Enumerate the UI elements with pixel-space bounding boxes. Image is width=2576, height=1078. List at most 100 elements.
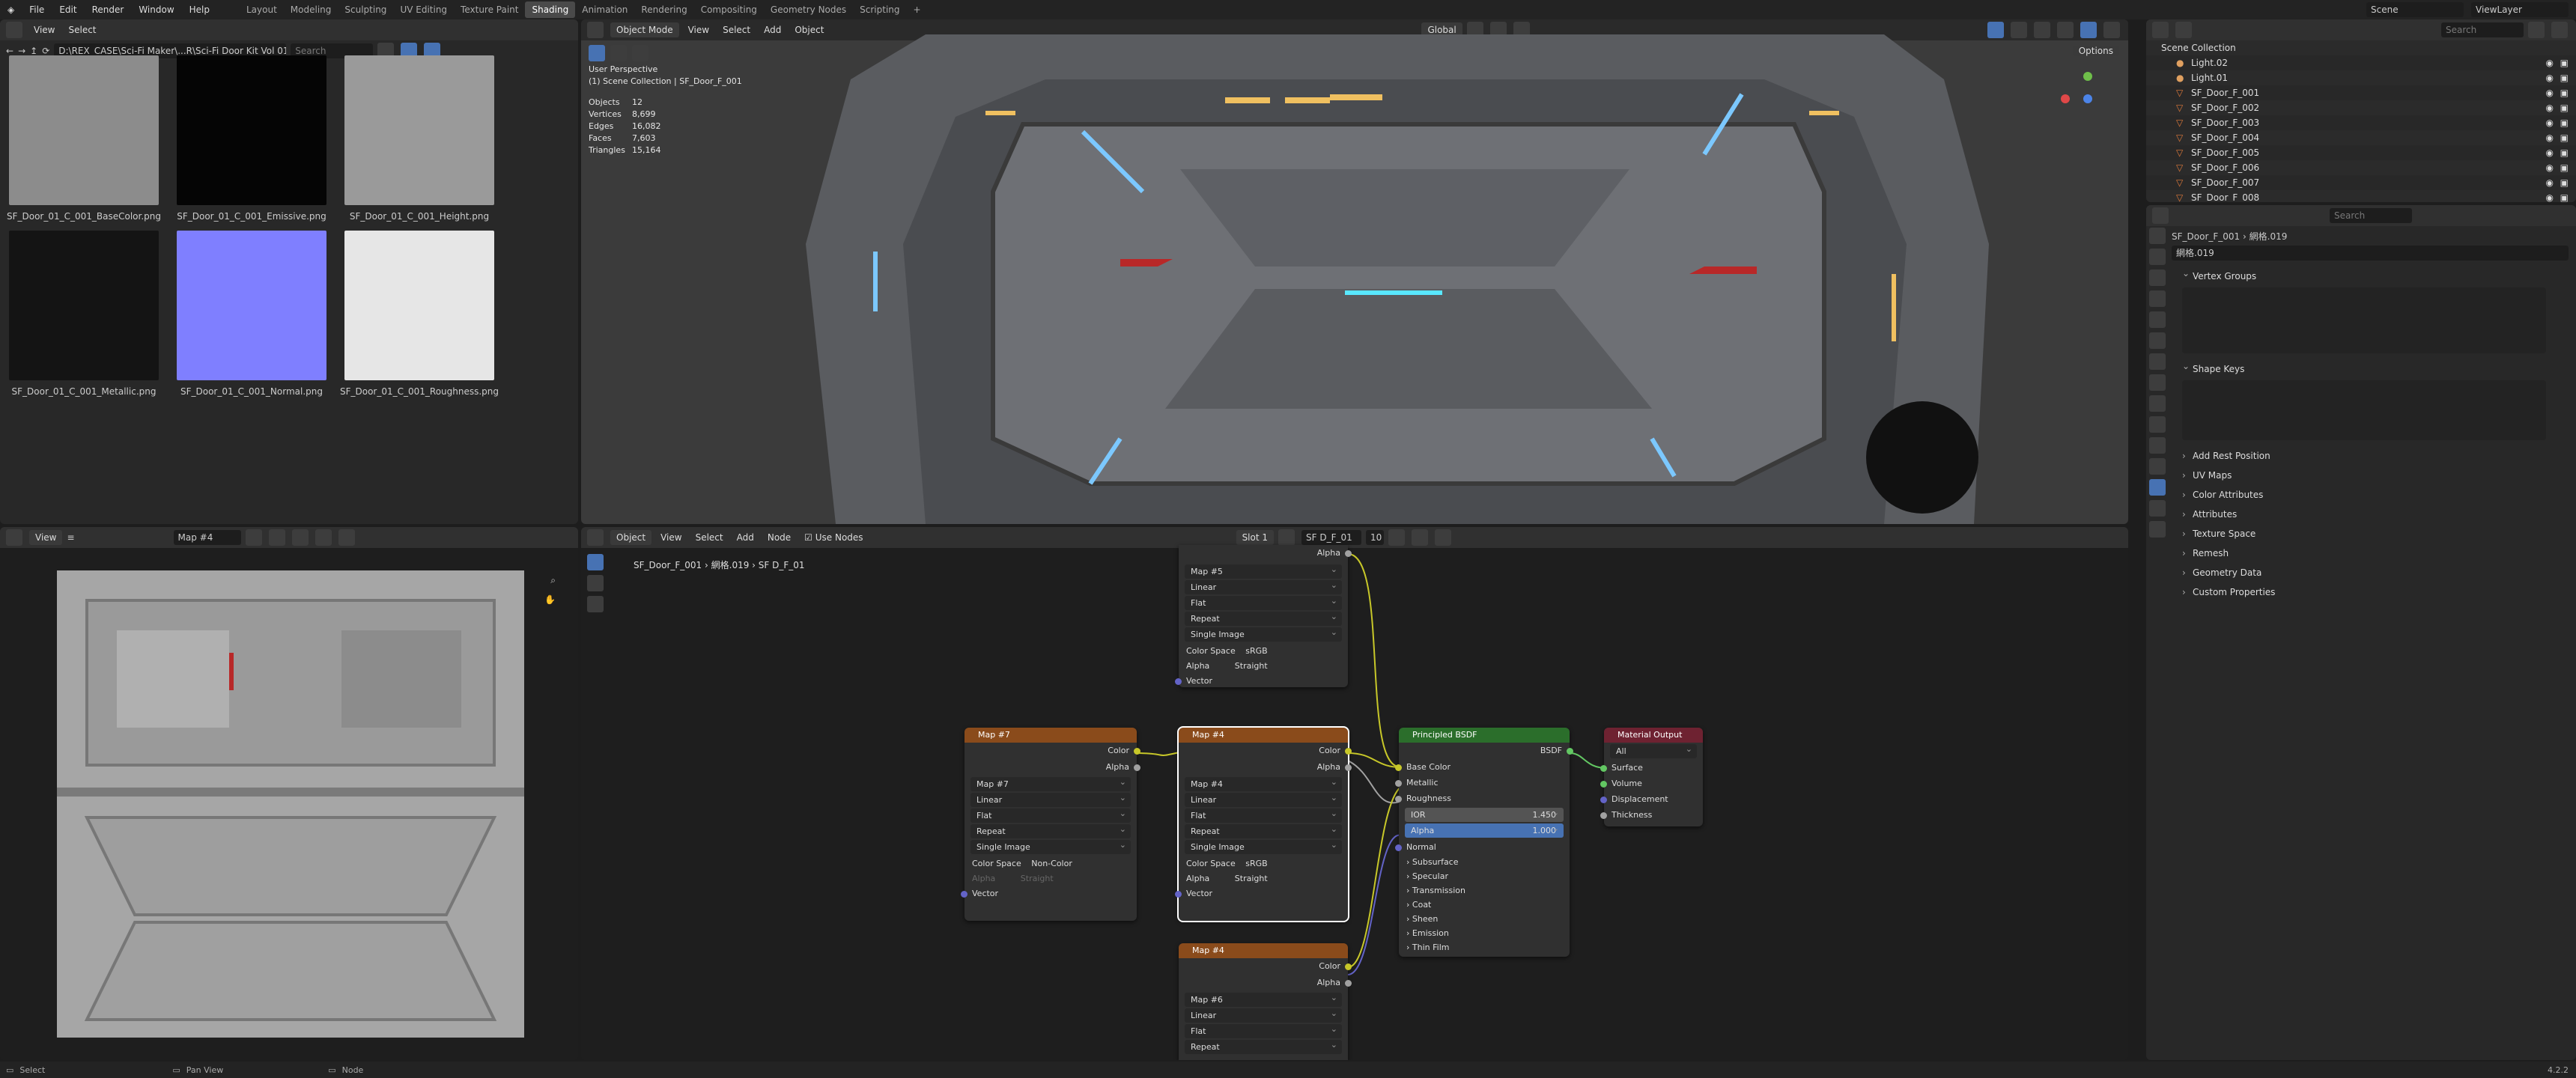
source-dropdown[interactable]: Single Image — [970, 838, 1131, 854]
menu-edit[interactable]: Edit — [52, 4, 84, 15]
file-thumbnail[interactable] — [177, 55, 326, 205]
editor-type-icon[interactable] — [2152, 207, 2169, 224]
render-camera-icon[interactable]: ▣ — [2560, 175, 2569, 190]
bsdf-panel[interactable]: › Emission — [1399, 926, 1570, 940]
tab-geometry-nodes[interactable]: Geometry Nodes — [764, 1, 853, 18]
file-thumbnail[interactable] — [177, 231, 326, 380]
shading-material-icon[interactable] — [2080, 22, 2097, 38]
pan-hand-icon[interactable]: ✋ — [544, 594, 556, 605]
z-axis-icon[interactable] — [2083, 94, 2092, 103]
interpolation-dropdown[interactable]: Linear — [1185, 1006, 1342, 1023]
render-camera-icon[interactable]: ▣ — [2560, 145, 2569, 160]
extension-dropdown[interactable]: Repeat — [1185, 822, 1342, 838]
outliner-item[interactable]: ● Light.02 ◉ ▣ — [2146, 55, 2576, 70]
bsdf-panel[interactable]: › Thin Film — [1399, 940, 1570, 954]
file-thumbnail[interactable] — [9, 55, 159, 205]
light-gizmo[interactable] — [1866, 401, 1978, 514]
new-collection-icon[interactable] — [2551, 22, 2568, 38]
image-selector[interactable]: Map #4 — [173, 530, 241, 545]
menu-select[interactable]: Select — [718, 25, 755, 35]
section-texture-space[interactable]: Texture Space — [2172, 524, 2569, 543]
menu-render[interactable]: Render — [85, 4, 132, 15]
properties-tab-constraints-icon[interactable] — [2149, 458, 2166, 475]
tab-rendering[interactable]: Rendering — [634, 1, 693, 18]
render-camera-icon[interactable]: ▣ — [2560, 130, 2569, 145]
tab-animation[interactable]: Animation — [575, 1, 634, 18]
options-dropdown[interactable]: Options — [2072, 43, 2119, 58]
select-mode-icon[interactable] — [631, 45, 648, 61]
projection-dropdown[interactable]: Flat — [970, 806, 1131, 823]
visibility-eye-icon[interactable]: ◉ — [2546, 160, 2554, 175]
visibility-eye-icon[interactable]: ◉ — [2546, 175, 2554, 190]
scene-selector[interactable]: Scene — [2366, 2, 2464, 17]
tab-layout[interactable]: Layout — [240, 1, 284, 18]
ior-field[interactable]: IOR 1.450 — [1405, 806, 1564, 822]
bsdf-panel[interactable]: › Transmission — [1399, 883, 1570, 898]
properties-tab-object-icon[interactable] — [2149, 374, 2166, 391]
render-camera-icon[interactable]: ▣ — [2560, 160, 2569, 175]
tab-uv-editing[interactable]: UV Editing — [393, 1, 454, 18]
menu-help[interactable]: Help — [182, 4, 217, 15]
projection-dropdown[interactable]: Flat — [1185, 1022, 1342, 1038]
editor-type-icon[interactable] — [6, 22, 22, 38]
image-texture-node-map6[interactable]: Map #4 Color Alpha Map #6 Linear Flat Re… — [1179, 943, 1352, 1060]
colorspace-row[interactable]: Color Space sRGB — [1179, 856, 1348, 872]
shading-wireframe-icon[interactable] — [2034, 22, 2050, 38]
outliner-item[interactable]: ▽ SF_Door_F_008 ◉ ▣ — [2146, 190, 2576, 202]
properties-tab-particles-icon[interactable] — [2149, 416, 2166, 433]
editor-type-icon[interactable] — [6, 529, 22, 546]
x-axis-icon[interactable] — [2061, 94, 2070, 103]
editor-type-icon[interactable] — [2152, 22, 2169, 38]
image-texture-node-map4[interactable]: Map #4 Color Alpha Map #4 Linear Flat Re… — [1175, 726, 1352, 922]
extension-dropdown[interactable]: Repeat — [970, 822, 1131, 838]
tab-modeling[interactable]: Modeling — [284, 1, 338, 18]
alpha-mode-row[interactable]: Alpha Straight — [1179, 872, 1348, 886]
display-mode-icon[interactable] — [2175, 22, 2192, 38]
outliner-item[interactable]: ● Light.01 ◉ ▣ — [2146, 70, 2576, 85]
select-box-icon[interactable] — [589, 45, 605, 61]
section-shape-keys[interactable]: Shape Keys — [2172, 356, 2569, 379]
unlink-icon[interactable] — [315, 529, 332, 546]
filter-icon[interactable] — [2528, 22, 2545, 38]
principled-bsdf-node[interactable]: Principled BSDF BSDF Base Color Metallic… — [1395, 728, 1573, 957]
open-image-icon[interactable] — [291, 529, 309, 546]
outliner-root[interactable]: Scene Collection — [2146, 40, 2576, 55]
image-selector[interactable]: Map #6 — [1185, 990, 1342, 1007]
source-dropdown[interactable]: Single Image — [1185, 625, 1342, 642]
menu-view[interactable]: View — [684, 25, 714, 35]
menu-select[interactable]: Select — [64, 25, 100, 35]
visibility-eye-icon[interactable]: ◉ — [2546, 190, 2554, 202]
properties-tab-collection-icon[interactable] — [2149, 353, 2166, 370]
menu-view[interactable]: View — [29, 530, 63, 545]
render-camera-icon[interactable]: ▣ — [2560, 100, 2569, 115]
properties-tab-world-icon[interactable] — [2149, 332, 2166, 349]
material-output-node[interactable]: Material Output All Surface Volume Displ… — [1600, 728, 1703, 826]
image-selector[interactable]: Map #4 — [1185, 775, 1342, 791]
bsdf-panel[interactable]: › Coat — [1399, 898, 1570, 912]
outliner-item[interactable]: ▽ SF_Door_F_001 ◉ ▣ — [2146, 85, 2576, 100]
alpha-field[interactable]: Alpha 1.000 — [1405, 821, 1564, 838]
mode-dropdown[interactable]: Object Mode — [610, 22, 679, 37]
shape-keys-list[interactable] — [2182, 380, 2546, 440]
file-thumbnail[interactable] — [9, 231, 159, 380]
colorspace-row[interactable]: Color Space sRGB — [1179, 643, 1348, 660]
section-color-attributes[interactable]: Color Attributes — [2172, 485, 2569, 505]
section-geometry-data[interactable]: Geometry Data — [2172, 563, 2569, 582]
image-selector[interactable]: Map #5 — [1185, 562, 1342, 579]
properties-tab-output-icon[interactable] — [2149, 270, 2166, 286]
tab-sculpting[interactable]: Sculpting — [338, 1, 393, 18]
outliner-item[interactable]: ▽ SF_Door_F_005 ◉ ▣ — [2146, 145, 2576, 160]
visibility-eye-icon[interactable]: ◉ — [2546, 145, 2554, 160]
properties-search-input[interactable]: Search — [2330, 208, 2412, 223]
refresh-icon[interactable]: ⟳ — [42, 46, 49, 56]
image-selector[interactable]: Map #7 — [970, 775, 1131, 791]
visibility-eye-icon[interactable]: ◉ — [2546, 55, 2554, 70]
tab-shading[interactable]: Shading — [525, 1, 576, 18]
bsdf-panel[interactable]: › Specular — [1399, 869, 1570, 883]
hamburger-icon[interactable]: ≡ — [67, 532, 74, 543]
section-custom-properties[interactable]: Custom Properties — [2172, 582, 2569, 602]
output-target-dropdown[interactable]: All — [1610, 742, 1697, 758]
tab-texture-paint[interactable]: Texture Paint — [454, 1, 525, 18]
render-camera-icon[interactable]: ▣ — [2560, 55, 2569, 70]
back-icon[interactable]: ← — [6, 46, 13, 56]
